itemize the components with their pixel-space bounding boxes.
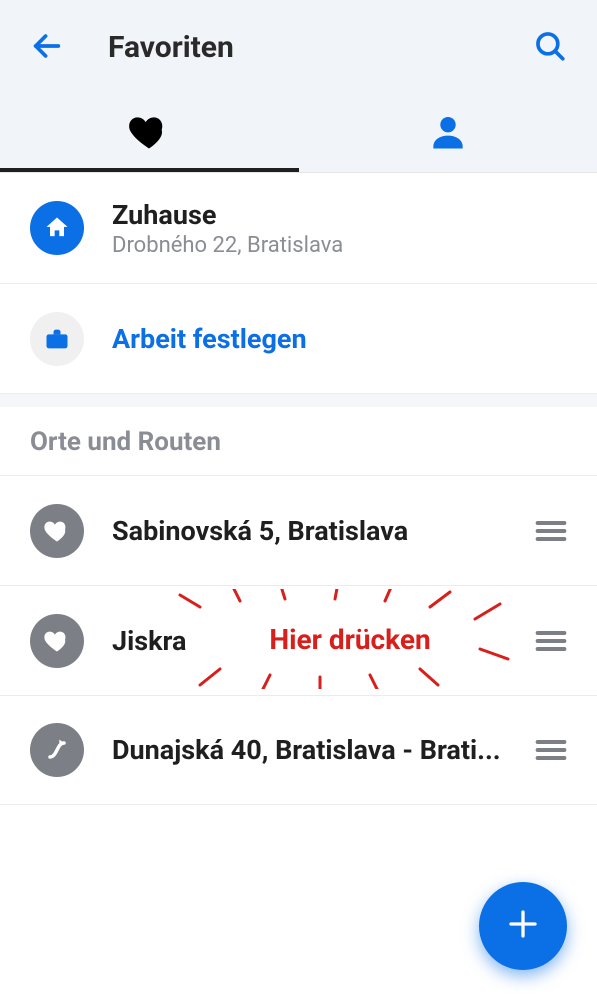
search-icon[interactable] — [533, 29, 567, 67]
list-item-text: Sabinovská 5, Bratislava — [112, 515, 519, 547]
plus-icon — [505, 906, 541, 946]
section-divider — [0, 393, 597, 407]
list-item-label: Sabinovská 5, Bratislava — [112, 515, 519, 547]
page-title: Favoriten — [108, 30, 533, 65]
home-label: Zuhause — [112, 199, 567, 231]
home-text: Zuhause Drobného 22, Bratislava — [112, 199, 567, 258]
section-title: Orte und Routen — [0, 407, 597, 475]
places-section: Orte und Routen Sabinovská 5, Bratislava… — [0, 407, 597, 805]
add-button[interactable] — [479, 882, 567, 970]
list-item[interactable]: Sabinovská 5, Bratislava — [0, 475, 597, 585]
home-icon — [30, 201, 84, 255]
list-item-label: Dunajská 40, Bratislava - Brati... — [112, 734, 519, 766]
heart-icon — [127, 110, 171, 158]
tab-contacts[interactable] — [299, 95, 597, 172]
back-icon[interactable] — [30, 29, 64, 67]
list-item-text: Jiskra — [112, 625, 519, 657]
home-address: Drobného 22, Bratislava — [112, 233, 567, 258]
heart-icon — [30, 614, 84, 668]
work-label: Arbeit festlegen — [112, 323, 567, 355]
list-item[interactable]: Dunajská 40, Bratislava - Brati... — [0, 695, 597, 805]
list-item-label: Jiskra — [112, 625, 519, 657]
drag-handle-icon[interactable] — [519, 629, 567, 653]
list-item[interactable]: Jiskra — [0, 585, 597, 695]
person-icon — [426, 110, 470, 158]
work-text: Arbeit festlegen — [112, 323, 567, 355]
quick-access-section: Zuhause Drobného 22, Bratislava Arbeit f… — [0, 173, 597, 393]
list-item-text: Dunajská 40, Bratislava - Brati... — [112, 734, 519, 766]
drag-handle-icon[interactable] — [519, 519, 567, 543]
work-row[interactable]: Arbeit festlegen — [0, 283, 597, 393]
tabs — [0, 95, 597, 173]
briefcase-icon — [30, 312, 84, 366]
header: Favoriten — [0, 0, 597, 95]
route-icon — [30, 723, 84, 777]
tab-favorites[interactable] — [0, 95, 299, 172]
drag-handle-icon[interactable] — [519, 738, 567, 762]
home-row[interactable]: Zuhause Drobného 22, Bratislava — [0, 173, 597, 283]
heart-icon — [30, 504, 84, 558]
